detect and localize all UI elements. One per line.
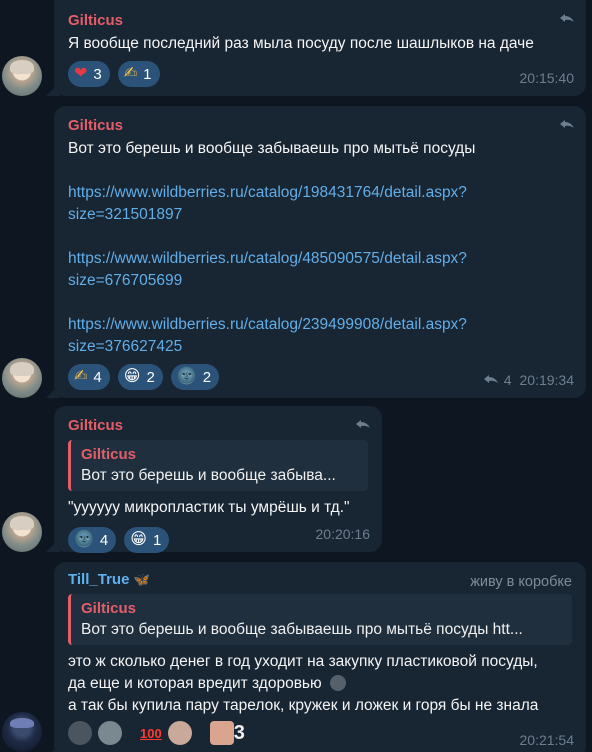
reply-quote[interactable]: Gilticus Вот это берешь и вообще забыва.… <box>68 440 368 491</box>
link-1-cont[interactable]: size=321501897 <box>68 204 572 226</box>
moon-face-icon <box>68 721 92 745</box>
reaction-count: 1 <box>152 531 162 549</box>
message-text: Вот это берешь и вообще забываешь про мы… <box>68 140 476 157</box>
author-name[interactable]: Till_True <box>68 571 129 588</box>
link-2[interactable]: https://www.wildberries.ru/catalog/48509… <box>68 248 572 270</box>
quote-text: Вот это берешь и вообще забываешь про мы… <box>81 621 523 638</box>
heart-icon: ❤ <box>74 65 88 82</box>
avatar[interactable] <box>2 56 42 96</box>
avatar[interactable] <box>2 712 42 752</box>
link-3[interactable]: https://www.wildberries.ru/catalog/23949… <box>68 314 572 336</box>
reaction-stickers[interactable]: 100 3 <box>68 721 572 745</box>
avatar-sticker-icon <box>167 721 192 745</box>
reaction-heart[interactable]: ❤ 3 <box>68 61 110 87</box>
message-text-line-2: да еще и которая вредит здоровью <box>68 673 572 695</box>
link-3-cont[interactable]: size=376627425 <box>68 336 572 358</box>
reaction-grin[interactable]: 😁 2 <box>117 364 163 390</box>
member-rank: живу в коробке <box>470 574 572 590</box>
reaction-count: 2 <box>146 368 155 386</box>
reaction-count: 1 <box>143 65 152 83</box>
forward-count: 4 <box>503 372 512 388</box>
grin-face-icon: 😁 <box>130 531 147 548</box>
writing-hand-icon: ✍ <box>123 65 138 82</box>
reply-quote-icon[interactable] <box>560 14 574 24</box>
message-time: 20:20:16 <box>315 526 371 542</box>
message-author[interactable]: Gilticus <box>68 416 368 438</box>
forward-icon <box>483 375 498 383</box>
sticker-icon <box>98 721 122 745</box>
reaction-moon-face[interactable]: 🌚 2 <box>170 364 220 390</box>
reaction-count: 3 <box>233 721 245 744</box>
reaction-count: 4 <box>93 368 102 386</box>
reaction-count: 2 <box>202 368 212 386</box>
reaction-moon-face[interactable]: 🌚 4 <box>68 527 117 553</box>
message-bubble[interactable]: Gilticus Gilticus Вот это берешь и вообщ… <box>54 406 382 553</box>
message-author[interactable]: Gilticus <box>68 116 572 138</box>
message-meta: 4 20:19:34 <box>483 372 575 388</box>
message-text: "уууууу микропластик ты умрёшь и тд." <box>68 499 350 516</box>
message-text: Я вообще последний раз мыла посуду после… <box>68 35 534 52</box>
forwards[interactable]: 4 <box>483 372 512 388</box>
message-bubble[interactable]: Gilticus Вот это берешь и вообще забывае… <box>54 106 586 398</box>
butterfly-icon: 🦋 <box>133 572 150 587</box>
reply-quote-icon[interactable] <box>560 120 574 130</box>
message-time: 20:21:54 <box>519 732 575 748</box>
reaction-writing-hand[interactable]: ✍ 4 <box>68 364 110 390</box>
message-text-line-1: это ж сколько денег в год уходит на заку… <box>68 653 538 670</box>
message-author[interactable]: Gilticus <box>68 11 572 33</box>
sticker-icon <box>209 721 234 745</box>
message-bubble[interactable]: Till_True 🦋 живу в коробке Gilticus Вот … <box>54 562 586 752</box>
moon-face-icon: 🌚 <box>74 531 94 548</box>
avatar[interactable] <box>2 358 42 398</box>
reaction-grin[interactable]: 😁 1 <box>124 527 170 553</box>
moon-face-icon <box>329 675 346 691</box>
writing-hand-icon: ✍ <box>74 368 88 385</box>
quote-author: Gilticus <box>81 446 137 463</box>
message-bubble[interactable]: Gilticus Я вообще последний раз мыла пос… <box>54 0 586 96</box>
message-time: 20:15:40 <box>519 70 575 86</box>
link-1[interactable]: https://www.wildberries.ru/catalog/19843… <box>68 182 572 204</box>
avatar[interactable] <box>2 512 42 552</box>
quote-author: Gilticus <box>81 600 137 617</box>
reply-quote[interactable]: Gilticus Вот это берешь и вообще забывае… <box>68 594 572 645</box>
moon-face-icon: 🌚 <box>176 368 197 385</box>
grin-face-icon: 😁 <box>123 368 141 385</box>
message-time: 20:19:34 <box>519 372 575 388</box>
hundred-icon: 100 <box>140 725 162 741</box>
message-text-line-3: а так бы купила пару тарелок, кружек и л… <box>68 697 539 714</box>
reaction-count: 4 <box>99 531 109 549</box>
quote-text: Вот это берешь и вообще забыва... <box>81 467 336 484</box>
reaction-writing-hand[interactable]: ✍ 1 <box>117 61 160 87</box>
message-text-line-2-content: да еще и которая вредит здоровью <box>68 675 322 692</box>
reaction-count: 3 <box>93 65 102 83</box>
link-2-cont[interactable]: size=676705699 <box>68 270 572 292</box>
reply-quote-icon[interactable] <box>356 420 370 430</box>
